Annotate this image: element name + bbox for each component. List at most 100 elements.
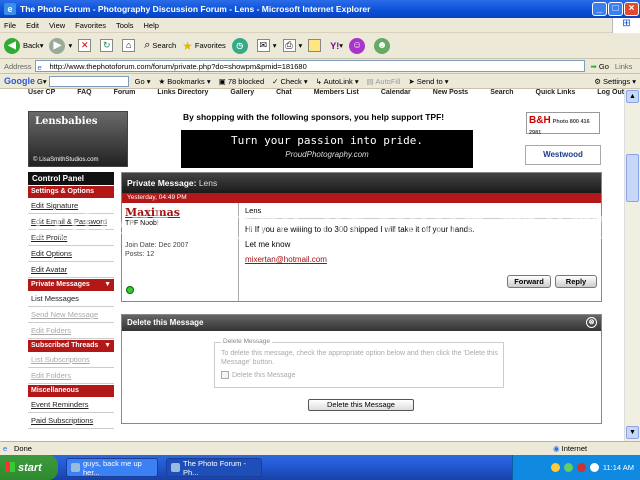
nav-log-out[interactable]: Log Out (597, 89, 624, 97)
collapse-icon: ▼ (104, 342, 111, 349)
private-message-panel: Private Message: Lens Yesterday, 04:49 P… (121, 172, 602, 302)
edit-button[interactable] (308, 39, 324, 52)
history-button[interactable]: ◷ (231, 37, 251, 54)
settings-header[interactable]: Settings & Options (28, 186, 114, 198)
forward-button[interactable]: Forward (507, 275, 551, 288)
start-button[interactable]: start (0, 455, 58, 480)
minimize-button[interactable]: _ (592, 2, 607, 16)
go-button[interactable]: ➡ Go (591, 62, 609, 71)
back-button[interactable]: ◀ Back ▾ (4, 37, 43, 54)
delete-checkbox[interactable] (221, 371, 229, 379)
tray-icon[interactable] (550, 463, 560, 472)
close-button[interactable]: × (624, 2, 639, 16)
lensbabies-ad[interactable]: Lensbabies © LisaSmithStudios.com (28, 111, 128, 167)
sidebar-item-send-new-message[interactable]: Send New Message (28, 307, 114, 323)
sidebar-item-edit-profile[interactable]: Edit Profile (28, 230, 114, 246)
private-messages-header[interactable]: Private Messages ▼ (28, 279, 114, 291)
nav-forum[interactable]: Forum (114, 89, 136, 97)
scroll-up-icon[interactable]: ▲ (626, 90, 639, 103)
sidebar-item-event-reminders[interactable]: Event Reminders (28, 397, 114, 413)
nav-chat[interactable]: Chat (276, 89, 292, 97)
print-button[interactable]: ⎙ ▾ (282, 39, 302, 52)
favorites-button[interactable]: ★ Favorites (182, 39, 226, 53)
autolink-button[interactable]: ↳ AutoLink ▾ (316, 77, 359, 86)
control-panel-heading: Control Panel (28, 172, 114, 185)
refresh-button[interactable]: ↻ (100, 39, 116, 52)
clock: 11:14 AM (602, 463, 634, 472)
autofill-button[interactable]: ▤ AutoFill (367, 77, 401, 86)
people-button[interactable]: ☻ (374, 37, 393, 54)
sidebar-item-edit-email[interactable]: Edit Email & Password (28, 214, 114, 230)
scroll-thumb[interactable] (626, 154, 639, 202)
reply-button[interactable]: Reply (555, 275, 597, 288)
messenger-icon: ☺ (349, 37, 366, 54)
sidebar-item-edit-avatar[interactable]: Edit Avatar (28, 262, 114, 278)
sidebar-item-edit-options[interactable]: Edit Options (28, 246, 114, 262)
check-button[interactable]: ✓ Check ▾ (272, 77, 308, 86)
nav-faq[interactable]: FAQ (77, 89, 91, 97)
pm-author-info: Maximas TPF Noob! Join Date: Dec 2007 Po… (122, 203, 239, 301)
volume-icon[interactable] (589, 463, 599, 472)
tray-icon[interactable] (576, 463, 586, 472)
banner-headline: Turn your passion into pride. (230, 134, 424, 147)
sidebar-item-list-messages[interactable]: List Messages (28, 291, 114, 307)
search-button[interactable]: ⌕ Search (144, 39, 176, 52)
forward-button[interactable]: ▶ ▾ (49, 37, 72, 54)
menu-tools[interactable]: Tools (116, 21, 134, 30)
go-label: Go (598, 61, 609, 71)
stop-button[interactable]: ✕ (78, 39, 94, 52)
subscribed-threads-header[interactable]: Subscribed Threads ▼ (28, 340, 114, 352)
delete-checkbox-row[interactable]: Delete this Message (221, 371, 295, 379)
sidebar-item-paid-subscriptions[interactable]: Paid Subscriptions (28, 413, 114, 429)
pm-email-link[interactable]: mixertan@hotmail.com (245, 255, 597, 264)
scroll-down-icon[interactable]: ▼ (626, 426, 639, 439)
nav-search[interactable]: Search (490, 89, 513, 97)
maximize-button[interactable]: □ (608, 2, 623, 16)
links-button[interactable]: Links (615, 62, 633, 71)
nav-gallery[interactable]: Gallery (230, 89, 254, 97)
menu-favorites[interactable]: Favorites (75, 21, 106, 30)
taskbar-item-2[interactable]: The Photo Forum - Ph... (166, 458, 262, 477)
pm-date: Yesterday, 04:49 PM (122, 193, 601, 203)
nav-links-directory[interactable]: Links Directory (157, 89, 208, 97)
menu-view[interactable]: View (49, 21, 65, 30)
nav-user-cp[interactable]: User CP (28, 89, 55, 97)
star-icon: ★ (182, 38, 193, 53)
nav-quick-links[interactable]: Quick Links (536, 89, 576, 97)
delete-message-button[interactable]: Delete this Message (308, 399, 414, 411)
taskbar-item-1[interactable]: guys, back me up her... (66, 458, 158, 477)
tray-icon[interactable] (563, 463, 573, 472)
miscellaneous-header[interactable]: Miscellaneous (28, 385, 114, 397)
nav-calendar[interactable]: Calendar (381, 89, 411, 97)
history-icon: ◷ (231, 37, 248, 54)
pm-user-meta: Join Date: Dec 2007 Posts: 12 (125, 241, 235, 259)
sendto-button[interactable]: ➤ Send to ▾ (408, 77, 448, 86)
mail-button[interactable]: ✉ ▾ (256, 39, 277, 52)
proud-photography-banner[interactable]: Turn your passion into pride. ProudPhoto… (181, 130, 473, 168)
menu-file[interactable]: File (4, 21, 16, 30)
people-icon: ☻ (374, 37, 391, 54)
google-g-dropdown[interactable]: G▾ (37, 77, 47, 86)
settings-button[interactable]: ⚙ Settings ▾ (594, 77, 636, 86)
bookmarks-button[interactable]: ★ Bookmarks ▾ (158, 77, 210, 86)
yahoo-button[interactable]: Y! ▾ (330, 41, 343, 51)
westwood-ad[interactable]: Westwood (525, 145, 601, 165)
menu-help[interactable]: Help (144, 21, 159, 30)
google-search-input[interactable] (48, 75, 129, 87)
pm-username[interactable]: Maximas (125, 206, 235, 219)
sidebar-item-edit-signature[interactable]: Edit Signature (28, 198, 114, 214)
sidebar-item-edit-sub-folders[interactable]: Edit Folders (28, 368, 114, 384)
home-button[interactable]: ⌂ (122, 39, 138, 52)
nav-members-list[interactable]: Members List (314, 89, 359, 97)
bh-photo-ad[interactable]: B&H Photo 800 416 2981 (526, 112, 600, 136)
popup-blocked-button[interactable]: ▣ 78 blocked (219, 77, 264, 86)
menu-edit[interactable]: Edit (26, 21, 39, 30)
vertical-scrollbar[interactable]: ▲ ▼ (624, 89, 640, 441)
sidebar-item-list-subscriptions[interactable]: List Subscriptions (28, 352, 114, 368)
messenger-button[interactable]: ☺ (349, 37, 368, 54)
address-input[interactable]: e http://www.thephotoforum.com/forum/pri… (34, 60, 585, 72)
nav-new-posts[interactable]: New Posts (433, 89, 468, 97)
collapse-panel-icon[interactable]: ⊗ (586, 317, 597, 328)
google-go-button[interactable]: Go ▾ (135, 77, 151, 86)
sidebar-item-edit-folders[interactable]: Edit Folders (28, 323, 114, 339)
